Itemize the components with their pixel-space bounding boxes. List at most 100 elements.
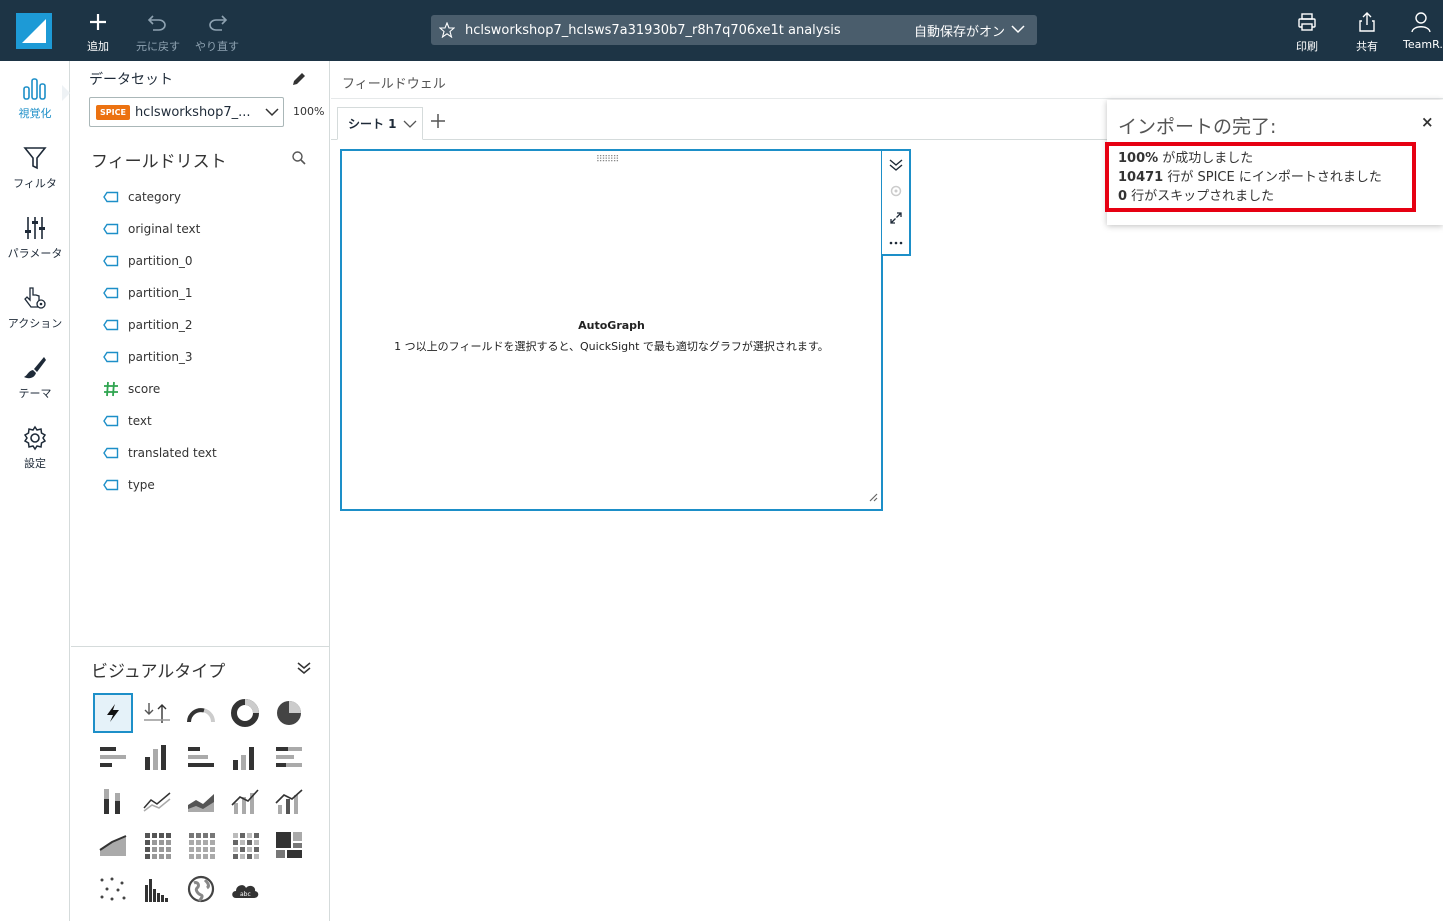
tree-map-icon[interactable] — [269, 825, 309, 865]
line-chart-icon[interactable] — [137, 781, 177, 821]
rows-imported-line: 10471 行が SPICE にインポートされました — [1118, 170, 1382, 185]
search-icon[interactable] — [291, 150, 307, 170]
analysis-title[interactable]: hclsworkshop7_hclsws7a31930b7_r8h7q706xe… — [465, 23, 914, 38]
quicksight-logo[interactable] — [16, 13, 52, 49]
settings-gear-icon[interactable] — [885, 180, 907, 202]
field-item[interactable]: partition_0 — [103, 245, 217, 277]
stacked-column-icon[interactable] — [93, 781, 133, 821]
top-bar: 追加 元に戻す やり直す hclsworkshop7_hclsws7a31930… — [0, 0, 1443, 61]
share-button[interactable]: 共有 — [1356, 10, 1378, 54]
donut-chart-icon[interactable] — [225, 693, 265, 733]
field-item[interactable]: partition_1 — [103, 277, 217, 309]
nav-parameters[interactable]: パラメータ — [0, 213, 70, 261]
kpi-icon[interactable] — [137, 693, 177, 733]
star-icon[interactable] — [437, 22, 457, 38]
resize-handle-icon[interactable] — [868, 487, 878, 506]
dimension-tag-icon — [103, 319, 128, 331]
table-icon[interactable] — [181, 825, 221, 865]
dataset-select[interactable]: SPICE hclsworkshop7_... — [89, 97, 284, 127]
scatter-plot-icon[interactable] — [93, 869, 133, 909]
clustered-column-icon[interactable] — [225, 737, 265, 777]
field-name: category — [128, 190, 182, 204]
nav-actions[interactable]: アクション — [0, 283, 70, 331]
pencil-icon[interactable] — [291, 71, 307, 91]
expand-icon[interactable] — [885, 207, 907, 229]
brush-icon — [22, 353, 48, 383]
nav-themes[interactable]: テーマ — [0, 353, 70, 401]
import-complete-notification: インポートの完了: × 100% が成功しました 10471 行が SPICE … — [1105, 100, 1443, 225]
user-menu[interactable]: TeamR... — [1403, 10, 1443, 51]
stacked-area-icon[interactable] — [93, 825, 133, 865]
field-item[interactable]: partition_2 — [103, 309, 217, 341]
chevron-down-icon[interactable] — [403, 119, 417, 129]
histogram-icon[interactable] — [137, 869, 177, 909]
funnel-icon — [22, 143, 48, 173]
stacked-combo-icon[interactable] — [269, 781, 309, 821]
horizontal-bar-icon[interactable] — [93, 737, 133, 777]
dataset-name: hclsworkshop7_... — [134, 104, 251, 120]
visual-types-title: ビジュアルタイプ — [91, 662, 226, 682]
collapse-icon[interactable] — [885, 154, 907, 176]
dataset-import-percent: 100% — [293, 105, 325, 118]
add-button[interactable]: 追加 — [87, 10, 109, 54]
autograph-visual[interactable]: ⠿⠿⠿⠿ AutoGraph 1 つ以上のフィールドを選択すると、QuickSi… — [340, 149, 883, 511]
svg-text:abc: abc — [240, 891, 251, 898]
field-name: partition_2 — [128, 318, 193, 332]
print-button[interactable]: 印刷 — [1296, 10, 1318, 54]
autograph-icon[interactable] — [93, 693, 133, 733]
dimension-tag-icon — [103, 351, 128, 363]
autograph-placeholder: AutoGraph 1 つ以上のフィールドを選択すると、QuickSight で… — [342, 319, 881, 354]
redo-label: やり直す — [195, 40, 239, 53]
notification-title: インポートの完了: — [1118, 116, 1277, 138]
nav-settings[interactable]: 設定 — [0, 423, 70, 471]
field-item[interactable]: category — [103, 181, 217, 213]
field-list: category original text partition_0 parti… — [103, 181, 217, 501]
word-cloud-icon[interactable]: abc — [225, 869, 265, 909]
field-wells[interactable]: フィールドウェル — [331, 61, 1443, 99]
clustered-bar-icon[interactable] — [181, 737, 221, 777]
heat-map-icon[interactable] — [225, 825, 265, 865]
nav-filter[interactable]: フィルタ — [0, 143, 70, 191]
redo-icon — [206, 10, 228, 34]
autosave-label: 自動保存がオン — [913, 24, 1005, 40]
dimension-tag-icon — [103, 479, 128, 491]
add-sheet-button[interactable] — [430, 113, 446, 133]
user-icon — [1403, 10, 1439, 34]
field-item[interactable]: score — [103, 373, 217, 405]
combo-chart-icon[interactable] — [225, 781, 265, 821]
vertical-bar-icon[interactable] — [137, 737, 177, 777]
field-item[interactable]: text — [103, 405, 217, 437]
pie-chart-icon[interactable] — [269, 693, 309, 733]
analysis-title-bar[interactable]: hclsworkshop7_hclsws7a31930b7_r8h7q706xe… — [431, 15, 1037, 45]
user-label: TeamR... — [1403, 38, 1443, 51]
field-name: type — [128, 478, 155, 492]
divider — [71, 646, 330, 647]
field-item[interactable]: partition_3 — [103, 341, 217, 373]
autosave-toggle[interactable]: 自動保存がオン — [914, 21, 1025, 40]
nav-themes-label: テーマ — [18, 387, 52, 400]
field-item[interactable]: type — [103, 469, 217, 501]
close-icon[interactable]: × — [1421, 113, 1434, 131]
area-chart-icon[interactable] — [181, 781, 221, 821]
field-item[interactable]: original text — [103, 213, 217, 245]
pivot-table-icon[interactable] — [137, 825, 177, 865]
field-item[interactable]: translated text — [103, 437, 217, 469]
nav-visualize[interactable]: 視覚化 — [0, 73, 70, 121]
printer-icon — [1296, 10, 1318, 34]
more-options-icon[interactable] — [885, 232, 907, 254]
undo-label: 元に戻す — [136, 40, 180, 53]
map-icon[interactable] — [181, 869, 221, 909]
chevron-down-icon — [1011, 23, 1025, 38]
drag-handle[interactable]: ⠿⠿⠿⠿ — [596, 155, 619, 165]
tab-sheet-1[interactable]: シート 1 — [337, 107, 423, 140]
gauge-icon[interactable] — [181, 693, 221, 733]
redo-button[interactable]: やり直す — [195, 10, 239, 54]
field-wells-label: フィールドウェル — [342, 77, 446, 92]
sliders-icon — [22, 213, 48, 243]
field-name: score — [128, 382, 161, 396]
undo-button[interactable]: 元に戻す — [136, 10, 180, 54]
field-panel: データセット SPICE hclsworkshop7_... 100% フィール… — [71, 61, 330, 921]
stacked-bar-icon[interactable] — [269, 737, 309, 777]
collapse-icon[interactable] — [297, 660, 311, 679]
field-name: text — [128, 414, 152, 428]
